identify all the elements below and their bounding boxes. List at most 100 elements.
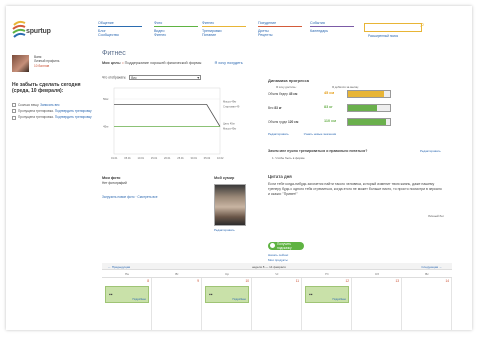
display-select[interactable]: Вес ▾ [129,75,202,80]
nav-subitem[interactable]: Сообщество [98,33,142,37]
progress-row: Вес 83 кг 83 кг [268,104,391,112]
calendar-day-name: Вс [425,272,429,276]
reminder-text: Пропущена тренировка. Подтвердить тренир… [18,115,92,120]
chart-y-tick: 45кг [103,125,109,129]
calendar-prev-link[interactable]: ← Предыдущая [108,265,130,269]
progress-delta: 83 кг [324,105,333,109]
progress-row: Объем бедер 45 см 45 см [268,90,391,98]
calendar-day-cell[interactable]: 9 [152,278,202,330]
calendar-day-cell[interactable]: 14 [402,278,452,330]
progress-fill [348,91,384,97]
brand-logo[interactable]: spurtup [12,19,66,41]
calendar-next-link[interactable]: Следующая → [421,265,442,269]
logo-mark-icon [12,20,26,38]
chart-x-tick: 10.01 [138,156,145,160]
user-info: Ваня Личный профиль 10 баллов [34,55,59,68]
nav-group-3: Похудение Диеты Рецепты [258,21,302,37]
tip-start-link[interactable]: Начать сейчас [268,253,348,257]
event-details-link[interactable]: Подробнее [233,298,246,301]
calendar-week-label: неделя 8 — 14 февраля [252,264,286,269]
nav-tab-2[interactable]: Фитнес [202,21,246,25]
reminder-checkbox[interactable] [12,115,16,120]
chart-x-tick: 05.01 [124,156,131,160]
calendar-day-name: Пт [325,272,329,276]
calendar-day-cell[interactable]: 12 ▪▪ Подробнее [302,278,352,330]
photos-title: Мои фото [102,176,121,180]
calendar-day-name: Сб [375,272,379,276]
idol-photo[interactable] [214,184,246,226]
progress-fill [348,105,378,111]
nav-group-1: Фото Видео Фитнес [154,21,198,37]
calendar-day-cell[interactable]: 8 ▪▪ Подробнее [102,278,152,330]
reminder-text: Сколько вешу. Записать вес [18,103,60,107]
progress-edit-link[interactable]: Редактировать [268,132,289,136]
goal-value: Поддержание хорошей физической формы [124,61,202,65]
change-goal-link[interactable]: Я хочу похудеть [214,61,242,65]
progress-bar [347,118,391,126]
dumbbell-icon: ▪▪ [109,292,113,298]
event-details-link[interactable]: Подробнее [133,298,146,301]
reminder-link[interactable]: Подтвердить тренировку [55,109,92,113]
nav-tab-4[interactable]: События [310,21,354,25]
upload-photo-link[interactable]: Загрузить новое фото · Смотреть все [102,195,162,200]
reminder-list: Сколько вешу. Записать вес Пропущена трен… [12,103,98,122]
idol-edit-link[interactable]: Редактировать [214,228,235,232]
search-icon[interactable]: ⌕ [420,20,424,30]
chevron-down-icon: ▾ [197,75,200,80]
nav-group-4: События Календарь [310,21,354,33]
calendar-day-cell[interactable]: 13 [352,278,402,330]
calendar-day-number: 8 [147,279,149,283]
nav-tab-0[interactable]: Общение [98,21,142,25]
nav-tab-3[interactable]: Похудение [258,21,302,25]
calendar-workout-event[interactable]: ▪▪ Подробнее [305,286,349,303]
nav-subitem[interactable]: Фитнес [154,33,198,37]
chart-y-tick: 50кг [103,97,109,101]
get-tip-button[interactable]: Получить подсказку [268,242,304,250]
calendar-day-cell[interactable]: 10 ▪▪ Подробнее [202,278,252,330]
goal-dot: • [122,61,124,65]
progress-col-goal: Я добился за месяц: [332,85,359,89]
progress-new-values-link[interactable]: Узнать новые значения [304,132,337,136]
user-profile-link[interactable]: Личный профиль [34,59,59,63]
reminder-link[interactable]: Подтвердить тренировку [55,115,92,119]
week-calendar: ← Предыдущая неделя 8 — 14 февраля Следу… [102,263,452,330]
progress-col-start: Я хочу достичь: [276,85,297,89]
tip-products-link[interactable]: Мои продукты [268,258,348,262]
nav-tab-1[interactable]: Фото [154,21,198,25]
display-filter: Что отображать: Вес ▾ [102,75,202,80]
advanced-search-link[interactable]: Расширенный поиск [368,34,398,38]
progress-title: Динамика прогресса [268,78,310,83]
nav-subitem[interactable]: Календарь [310,29,354,33]
calendar-header: ← Предыдущая неделя 8 — 14 февраля Следу… [102,263,452,270]
calendar-workout-event[interactable]: ▪▪ Подробнее [105,286,149,303]
reminder-checkbox[interactable] [12,103,16,108]
nav-underline [202,26,246,28]
avatar[interactable] [12,55,29,72]
motivation-edit-link[interactable]: Редактировать [420,149,441,153]
tip-links: Начать сейчас Мои продукты [268,253,348,263]
calendar-day-number: 9 [197,279,199,283]
reminder-item: Сколько вешу. Записать вес [12,103,98,108]
nav-subitem[interactable]: Рецепты [258,33,302,37]
calendar-workout-event[interactable]: ▪▪ Подробнее [205,286,249,303]
goal-label: Моя цель: [102,61,122,65]
nav-group-0: Общение Блог Сообщество [98,21,142,37]
nav-subitem[interactable]: Питание [202,33,246,37]
reminder-checkbox[interactable] [12,109,16,114]
chart-x-tick: 30.01 [191,156,198,160]
calendar-day-cell[interactable]: 11 [252,278,302,330]
search-input[interactable] [364,23,422,32]
nav-underline [258,26,302,28]
chart-x-tick: 25.01 [177,156,184,160]
calendar-day-name: Пн [125,272,129,276]
display-select-value: Вес [131,76,137,80]
display-label: Что отображать: [102,75,127,80]
chart-series-label: Цель 45кг [223,122,235,126]
calendar-day-name: Ср [225,272,229,276]
reminder-link[interactable]: Записать вес [40,103,60,107]
calendar-day-number: 13 [395,279,399,283]
quote-text: Если тебе когда-нибудь захочется найти т… [268,182,442,196]
chart-x-tick: 10.02 [217,156,224,160]
progress-delta: 110 см [324,119,337,123]
event-details-link[interactable]: Подробнее [333,298,346,301]
